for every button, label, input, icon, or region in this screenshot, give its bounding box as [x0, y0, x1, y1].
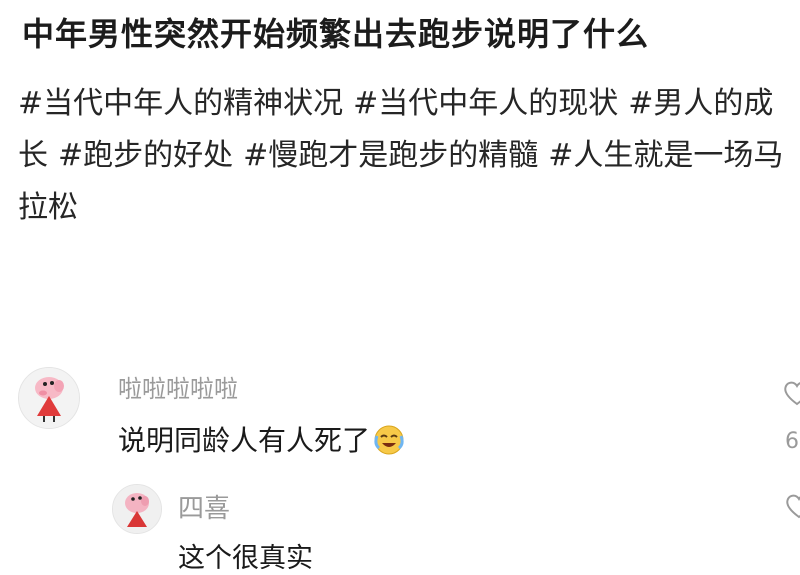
- like-count: 6: [785, 429, 799, 454]
- comment-text-content: 说明同龄人有人死了: [118, 424, 371, 457]
- reply-username[interactable]: 四喜: [178, 488, 230, 525]
- reply-item: 四喜 这个很真实: [0, 470, 800, 574]
- comment-item: 啦啦啦啦啦 说明同龄人有人死了 6: [0, 355, 800, 465]
- comment-username[interactable]: 啦啦啦啦啦: [118, 369, 238, 404]
- post-title: 中年男性突然开始频繁出去跑步说明了什么: [22, 15, 650, 53]
- hashtag-link[interactable]: #慢跑才是跑步的精髓: [243, 138, 538, 173]
- user-avatar[interactable]: [112, 484, 162, 534]
- peppa-pig-avatar-icon: [19, 368, 79, 428]
- heart-outline-icon[interactable]: [782, 377, 800, 411]
- peppa-pig-avatar-icon: [113, 485, 161, 533]
- heart-outline-icon[interactable]: [784, 490, 800, 524]
- user-avatar[interactable]: [18, 367, 80, 429]
- comment-text: 说明同龄人有人死了: [118, 419, 406, 463]
- hashtag-list: #当代中年人的精神状况 #当代中年人的现状 #男人的成长 #跑步的好处 #慢跑才是跑步的…: [18, 78, 793, 234]
- reply-text: 这个很真实: [178, 543, 313, 574]
- hashtag-link[interactable]: #当代中年人的现状: [353, 86, 618, 121]
- hashtag-link[interactable]: #跑步的好处: [58, 138, 233, 173]
- hashtag-link[interactable]: #当代中年人的精神状况: [18, 86, 343, 121]
- crying-laughing-emoji-icon: [372, 422, 406, 463]
